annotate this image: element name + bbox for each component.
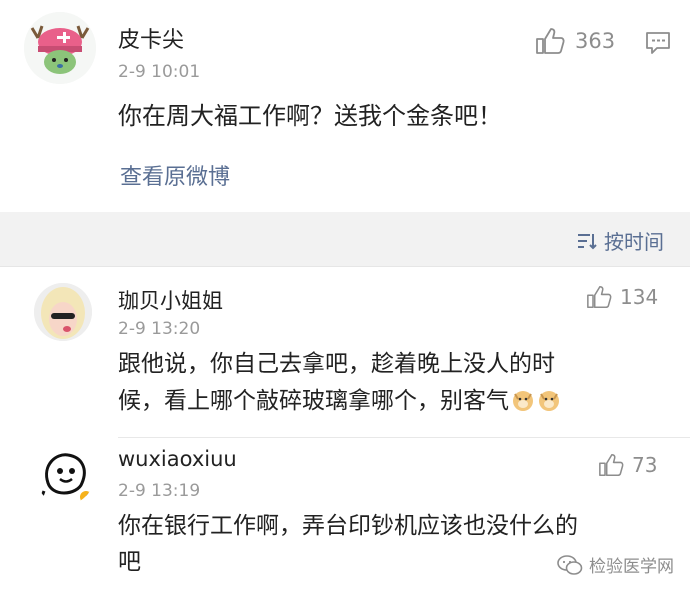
view-original-link[interactable]: 查看原微博 xyxy=(120,159,230,191)
sort-label: 按时间 xyxy=(604,230,664,254)
comment-text: 跟他说，你自己去拿吧，趁着晚上没人的时 xyxy=(118,351,555,377)
comment-divider xyxy=(118,437,690,438)
comment-like-button[interactable]: 134 xyxy=(586,285,658,309)
comment-like-button[interactable]: 73 xyxy=(598,453,657,477)
post-timestamp: 2-9 10:01 xyxy=(118,62,201,82)
comment-text-line: 你在银行工作啊，弄台印钞机应该也没什么的 xyxy=(118,513,578,539)
doge-emoji-icon xyxy=(537,386,561,411)
comment-timestamp: 2-9 13:20 xyxy=(118,319,201,339)
comment-username[interactable]: 珈贝小姐姐 xyxy=(118,285,223,315)
watermark: 检验医学网 xyxy=(557,552,674,577)
sort-by-time-button[interactable]: 按时间 xyxy=(576,226,664,255)
post-content: 你在周大福工作啊？送我个金条吧！ xyxy=(118,102,502,130)
comment-icon[interactable] xyxy=(645,31,671,59)
thumbs-up-icon xyxy=(599,453,624,477)
post-like-count: 363 xyxy=(575,29,616,53)
blonde-girl-avatar-icon xyxy=(34,283,92,341)
comment-username[interactable]: wuxiaoxiuu xyxy=(118,447,237,471)
comment-avatar[interactable] xyxy=(36,447,94,505)
sort-icon xyxy=(578,233,597,249)
comment-avatar[interactable] xyxy=(34,283,92,341)
comment-text-line: 跟他说，你自己去拿吧，趁着晚上没人的时 xyxy=(118,345,555,383)
doge-emoji-icon xyxy=(511,386,535,411)
original-post: 皮卡尖 2-9 10:01 363 你在周大福工作啊？送我个金条吧！ 查看原微博 xyxy=(0,0,690,212)
post-like-button[interactable]: 363 xyxy=(535,27,615,55)
comment-like-count: 73 xyxy=(632,453,658,477)
watermark-text: 检验医学网 xyxy=(589,557,674,577)
comment-timestamp: 2-9 13:19 xyxy=(118,481,201,501)
comment-list: 珈贝小姐姐 2-9 13:20 134 跟他说，你自己去拿吧，趁着晚上没人的时 … xyxy=(0,266,690,591)
wechat-logo-icon xyxy=(557,554,583,575)
comment-text-line: 吧 xyxy=(118,549,141,575)
thumbs-up-icon xyxy=(587,285,612,309)
comment-text-line: 候，看上哪个敲碎玻璃拿哪个，别客气 xyxy=(118,382,561,420)
comment-like-count: 134 xyxy=(620,285,659,309)
thumbs-up-icon xyxy=(536,28,565,54)
chopper-avatar-icon xyxy=(24,12,96,84)
post-username[interactable]: 皮卡尖 xyxy=(118,22,184,54)
post-avatar[interactable] xyxy=(24,12,96,84)
comment-text: 候，看上哪个敲碎玻璃拿哪个，别客气 xyxy=(118,388,509,414)
verified-badge-icon xyxy=(78,489,94,505)
